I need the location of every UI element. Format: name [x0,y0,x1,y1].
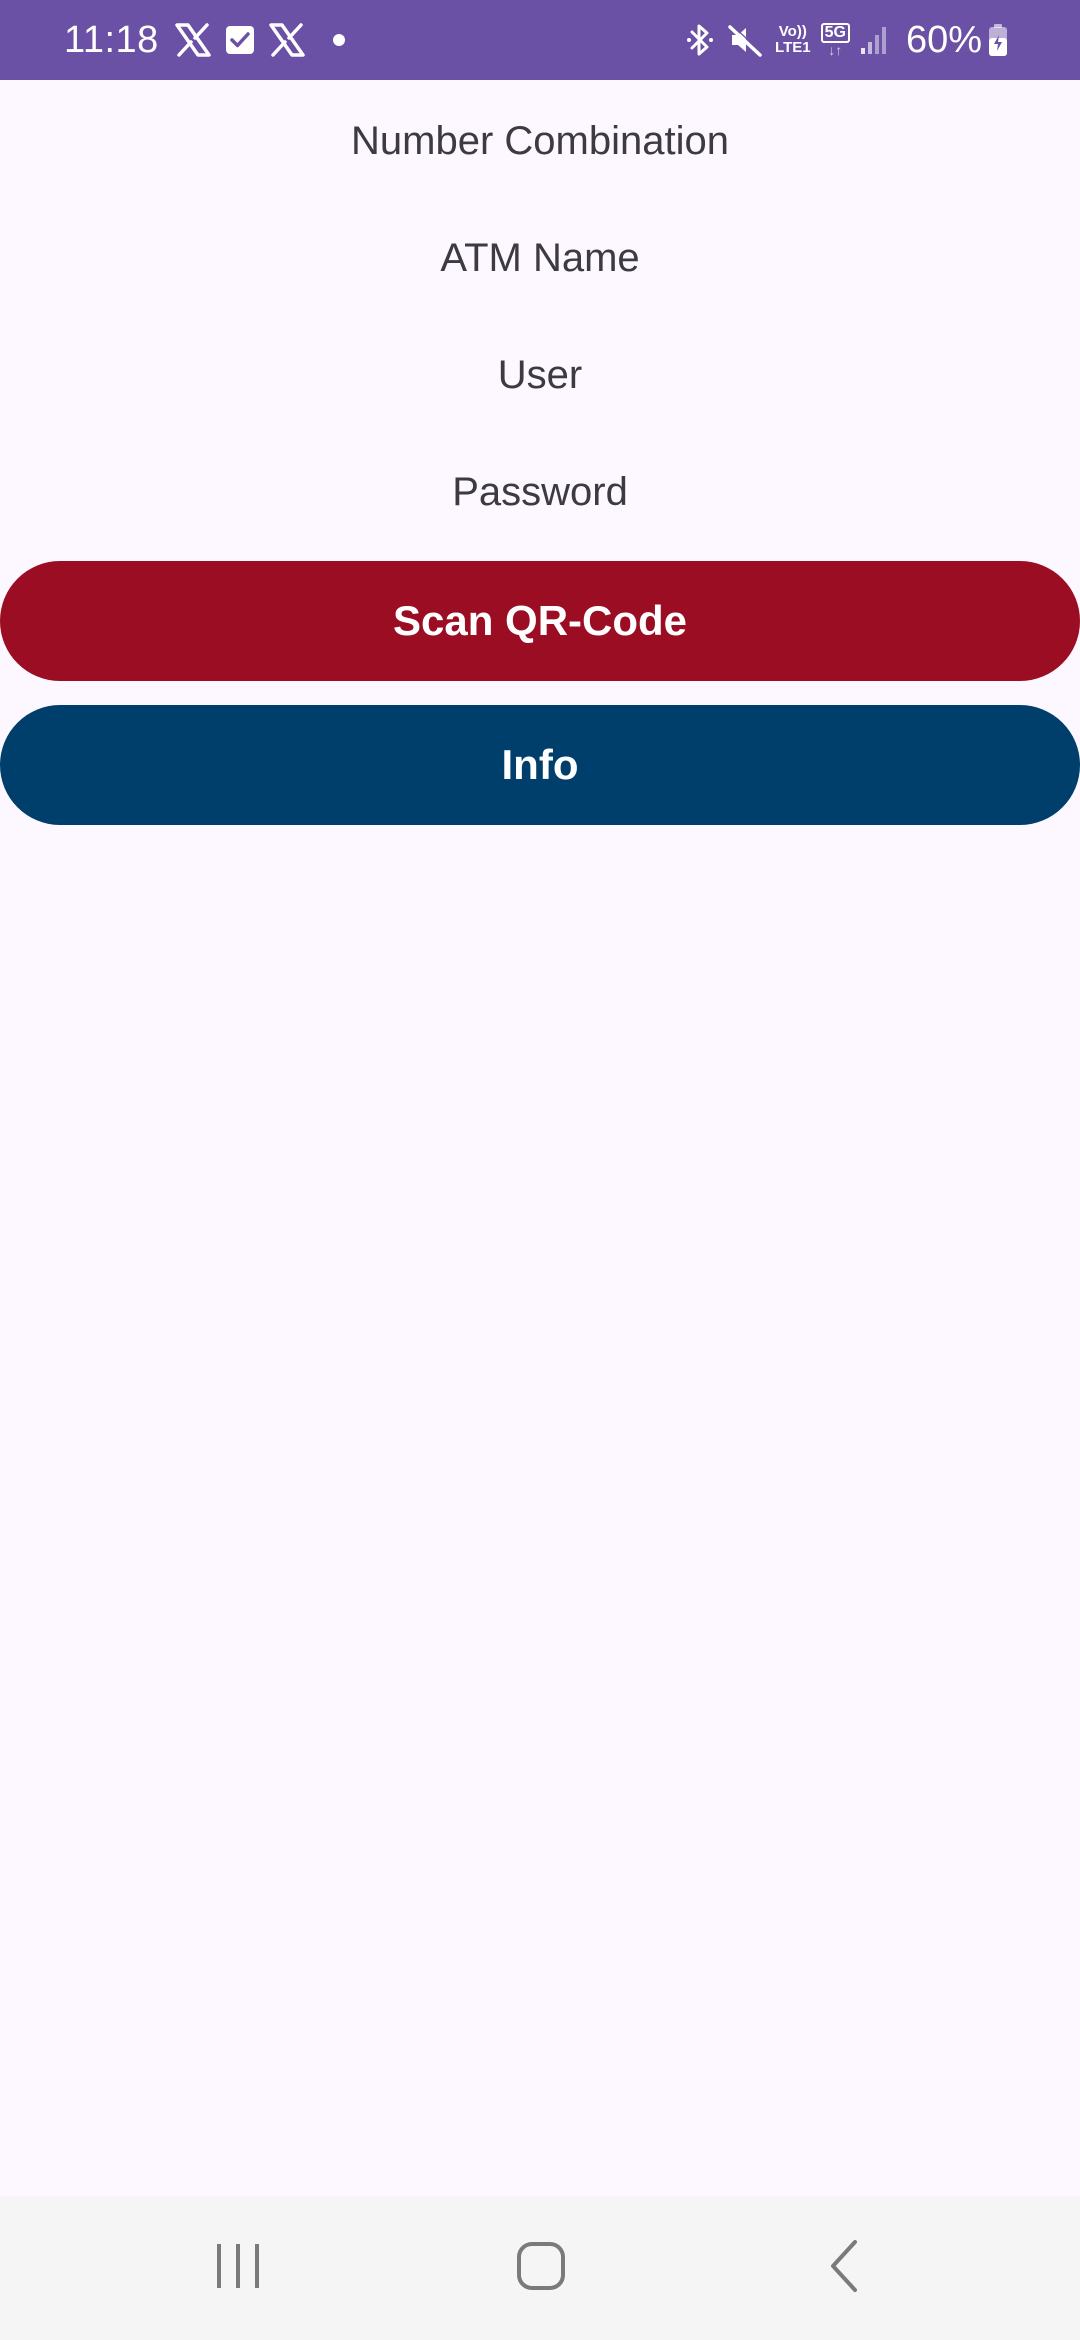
volte-bottom-text: LTE1 [775,39,811,56]
checkbox-icon [225,25,255,55]
scan-qr-code-button[interactable]: Scan QR-Code [0,561,1080,681]
info-button[interactable]: Info [0,705,1080,825]
status-bar-right: Vo)) LTE1 5G ↓↑ 60% [685,0,1020,80]
notification-dot-icon [332,34,345,46]
bluetooth-icon [685,22,715,58]
home-icon [516,2241,566,2296]
status-time: 11:18 [64,18,159,61]
status-bar: 11:18 Vo)) LTE1 5G ↓↑ 60% [0,0,1080,80]
volte-top-text: Vo)) [778,23,807,40]
atm-name-label: ATM Name [440,236,640,280]
x-icon [269,23,305,57]
user-label: User [497,353,583,397]
mute-icon [727,22,763,58]
5g-icon: 5G ↓↑ [820,23,850,58]
network-type-text: 5G [820,23,850,43]
data-arrows-icon: ↓↑ [828,42,843,58]
password-label: Password [452,470,628,514]
recents-button[interactable] [148,2196,328,2340]
app-screen: 11:18 Vo)) LTE1 5G ↓↑ 60% Number Combina… [0,0,1080,2340]
recents-icon [214,2241,262,2296]
volte-indicator: Vo)) LTE1 [775,24,811,56]
x-icon [175,23,211,57]
back-button[interactable] [754,2196,934,2340]
status-bar-left: 11:18 [64,0,345,80]
number-combination-label: Number Combination [351,119,729,163]
home-button[interactable] [451,2196,631,2340]
signal-icon [860,24,890,56]
battery-icon [988,23,1008,57]
navigation-bar [0,2196,1080,2340]
battery-percent: 60% [905,18,982,61]
back-icon [827,2239,861,2298]
